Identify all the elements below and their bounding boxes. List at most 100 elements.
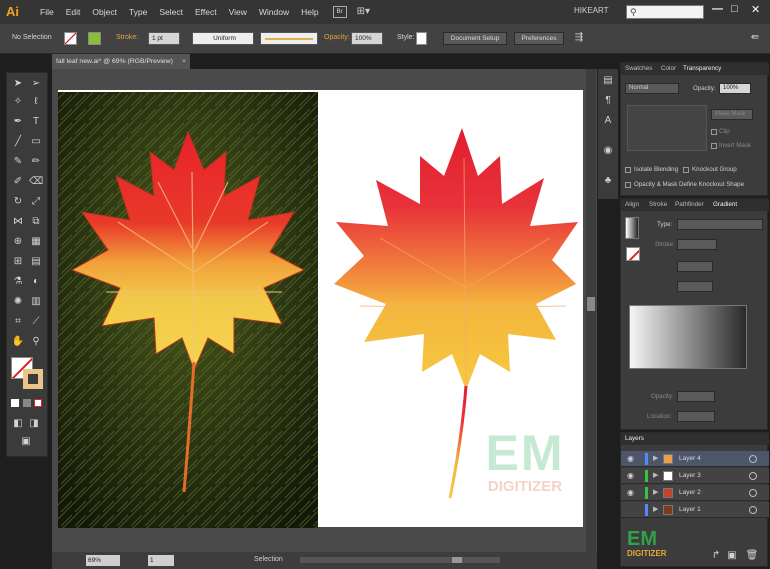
workspace-switcher[interactable]: HIKEART (574, 6, 609, 15)
column-graph-tool-icon[interactable]: ▥ (29, 295, 43, 309)
menu-help[interactable]: Help (301, 7, 318, 17)
width-tool-icon[interactable]: ⋈ (11, 215, 25, 229)
gradient-stroke-options[interactable] (677, 239, 717, 250)
isolate-blending-checkbox[interactable] (625, 167, 631, 173)
line-tool-icon[interactable]: ╱ (11, 135, 25, 149)
gradient-fill-box[interactable] (626, 247, 640, 261)
pen-tool-icon[interactable]: ✒ (11, 115, 25, 129)
paintbrush-tool-icon[interactable]: ✎ (11, 155, 25, 169)
layer-name[interactable]: Layer 4 (679, 455, 701, 462)
gradient-aspect-field[interactable] (677, 281, 713, 292)
eraser-tool-icon[interactable]: ⌫ (29, 175, 43, 189)
gradient-thumbnail[interactable] (625, 217, 639, 239)
layer-expand-icon[interactable]: ▶ (653, 454, 658, 462)
clip-checkbox[interactable] (711, 129, 717, 135)
stroke-weight-field[interactable]: 1 pt (148, 32, 180, 45)
status-mode[interactable]: Selection (254, 556, 283, 563)
direct-selection-tool-icon[interactable]: ➢ (29, 77, 43, 91)
layer-expand-icon[interactable]: ▶ (653, 471, 658, 479)
new-sublayer-icon[interactable]: ↱ (709, 549, 723, 563)
layer-name[interactable]: Layer 3 (679, 472, 701, 479)
stroke-color-box[interactable] (23, 369, 43, 389)
scale-tool-icon[interactable]: ⤢ (29, 195, 43, 209)
opacity-label[interactable]: Opacity: (324, 34, 350, 41)
zoom-field[interactable]: 69% (86, 555, 120, 566)
invert-mask-checkbox[interactable] (711, 143, 717, 149)
menu-object[interactable]: Object (92, 7, 117, 17)
artboard-navigation-field[interactable]: 1 (148, 555, 174, 566)
opacity-field[interactable]: 100% (351, 32, 383, 45)
layer-name[interactable]: Layer 2 (679, 489, 701, 496)
drawing-modes-icon[interactable]: ◧ (11, 417, 25, 431)
symbols-icon[interactable]: ♣ (602, 175, 614, 187)
blob-brush-tool-icon[interactable]: ✐ (11, 175, 25, 189)
make-mask-button[interactable]: Make Mask (711, 109, 753, 120)
menu-file[interactable]: File (40, 7, 54, 17)
gradient-tool-icon[interactable]: ▤ (29, 255, 43, 269)
color-mode-icon[interactable] (11, 399, 19, 407)
layer-target-icon[interactable] (749, 455, 757, 463)
artboard-tool-icon[interactable]: ⌗ (11, 315, 25, 329)
hand-tool-icon[interactable]: ✋ (11, 335, 25, 349)
screen-mode-icon[interactable]: ▣ (19, 435, 33, 449)
close-document-icon[interactable]: × (182, 54, 186, 69)
gradient-location-field[interactable] (677, 411, 715, 422)
minimize-button[interactable]: — (712, 3, 723, 15)
zoom-tool-icon[interactable]: ⚲ (29, 335, 43, 349)
leaf-photo[interactable] (58, 92, 318, 528)
layer-row[interactable]: ▶ Layer 1 (621, 502, 769, 518)
gradient-mode-icon[interactable] (23, 399, 31, 407)
graphic-style-swatch[interactable] (416, 32, 427, 45)
gradient-opacity-field[interactable] (677, 391, 715, 402)
layer-expand-icon[interactable]: ▶ (653, 488, 658, 496)
type-tool-icon[interactable]: T (29, 115, 43, 129)
none-mode-icon[interactable] (34, 399, 42, 407)
brush-definition[interactable] (260, 32, 318, 45)
lasso-tool-icon[interactable]: ℓ (29, 95, 43, 109)
layer-row[interactable]: ◉ ▶ Layer 2 (621, 485, 769, 501)
maximize-button[interactable]: □ (731, 3, 738, 15)
layer-visibility-icon[interactable] (627, 505, 637, 515)
blend-mode-select[interactable]: Normal (625, 83, 679, 94)
character-icon[interactable]: A (602, 115, 614, 127)
knockout-group-checkbox[interactable] (683, 167, 689, 173)
menu-effect[interactable]: Effect (195, 7, 217, 17)
brushes-icon[interactable]: ▤ (602, 75, 614, 87)
magic-wand-tool-icon[interactable]: ✧ (11, 95, 25, 109)
menu-view[interactable]: View (229, 7, 247, 17)
tab-pathfinder[interactable]: Pathfinder (675, 201, 704, 208)
arrange-documents-icon[interactable]: ⊞▾ (357, 6, 377, 18)
paragraph-icon[interactable]: ¶ (602, 95, 614, 107)
blend-tool-icon[interactable]: ◐ (29, 275, 43, 289)
layer-name[interactable]: Layer 1 (679, 506, 701, 513)
layer-target-icon[interactable] (749, 472, 757, 480)
layer-expand-icon[interactable]: ▶ (653, 505, 658, 513)
align-icon[interactable]: ⇶ (572, 31, 586, 45)
layer-visibility-icon[interactable]: ◉ (627, 488, 637, 498)
menu-select[interactable]: Select (159, 7, 183, 17)
stroke-label[interactable]: Stroke: (116, 34, 138, 41)
eyedropper-tool-icon[interactable]: ⚗ (11, 275, 25, 289)
fill-swatch[interactable] (64, 32, 77, 45)
gradient-angle-field[interactable] (677, 261, 713, 272)
pencil-tool-icon[interactable]: ✏ (29, 155, 43, 169)
appearance-icon[interactable]: ◉ (602, 145, 614, 157)
tab-align[interactable]: Align (625, 201, 639, 208)
bridge-button[interactable]: Br (332, 6, 347, 18)
tab-color[interactable]: Color (661, 65, 676, 72)
rectangle-tool-icon[interactable]: ▭ (29, 135, 43, 149)
horizontal-scrollbar[interactable] (300, 557, 500, 563)
layer-row[interactable]: ◉ ▶ Layer 3 (621, 468, 769, 484)
variable-width-profile[interactable]: Uniform (192, 32, 254, 45)
perspective-grid-tool-icon[interactable]: ▦ (29, 235, 43, 249)
delete-layer-icon[interactable]: 🗑 (745, 549, 759, 563)
document-tab[interactable]: fall leaf new.ai* @ 69% (RGB/Preview) × (52, 54, 190, 69)
layer-target-icon[interactable] (749, 506, 757, 514)
slice-tool-icon[interactable]: ⟋ (29, 315, 43, 329)
document-setup-button[interactable]: Document Setup (443, 32, 507, 45)
horizontal-scroll-thumb[interactable] (452, 557, 462, 563)
tab-transparency[interactable]: Transparency (683, 65, 721, 72)
gradient-slider-preview[interactable] (629, 305, 747, 369)
gradient-type-select[interactable] (677, 219, 763, 230)
new-layer-icon[interactable]: ▣ (725, 549, 739, 563)
